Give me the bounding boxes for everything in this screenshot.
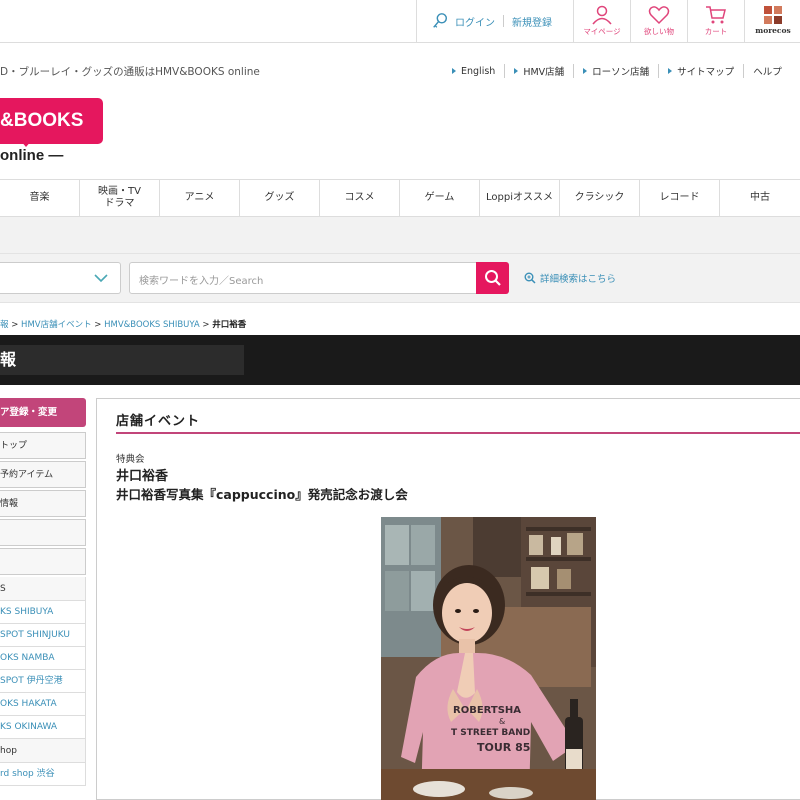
shirt-text: T STREET BAND bbox=[451, 728, 530, 738]
header-link-english[interactable]: English bbox=[452, 64, 506, 78]
wishlist-button[interactable]: 欲しい物 bbox=[630, 0, 687, 42]
breadcrumb-item[interactable]: HMV店舗イベント bbox=[21, 320, 92, 330]
morecos-button[interactable]: morecos bbox=[744, 0, 800, 42]
event-artist: 井口裕香 bbox=[116, 469, 169, 484]
header-links: English HMV店舗 ローソン店舗 サイトマップ ヘルプ bbox=[452, 64, 791, 78]
breadcrumb-item[interactable]: 報 bbox=[0, 320, 9, 330]
main-navigation: 音楽 映画・TV ドラマ アニメ グッズ コスメ ゲーム Loppiオススメ ク… bbox=[0, 179, 800, 217]
sidebar-item-blank[interactable] bbox=[0, 519, 86, 546]
shirt-text: & bbox=[499, 717, 505, 726]
search-icon bbox=[485, 270, 501, 286]
sidebar: ア登録・変更 トップ 予約アイテム 情報 S KS SHIBUYA SPOT S… bbox=[0, 398, 86, 786]
sidebar-store-record-shibuya[interactable]: rd shop 渋谷 bbox=[0, 763, 86, 786]
sidebar-store-itami[interactable]: SPOT 伊丹空港 bbox=[0, 670, 86, 693]
section-title: 店舗イベント bbox=[116, 414, 201, 429]
triangle-icon bbox=[514, 68, 519, 74]
search-input[interactable]: 検索ワードを入力／Search bbox=[129, 262, 477, 294]
nav-item-record[interactable]: レコード bbox=[640, 180, 720, 216]
register-link[interactable]: 新規登録 bbox=[512, 14, 552, 29]
cart-button[interactable]: カート bbox=[687, 0, 744, 42]
header-link-label: English bbox=[461, 65, 496, 77]
shirt-text: ROBERTSHA bbox=[453, 705, 521, 716]
header-link-label: HMV店舗 bbox=[523, 67, 565, 78]
header-link-sitemap[interactable]: サイトマップ bbox=[659, 64, 745, 78]
section-underline bbox=[116, 432, 800, 434]
logo-pin-shape bbox=[20, 140, 32, 147]
chevron-down-icon bbox=[94, 274, 108, 283]
wishlist-label: 欲しい物 bbox=[644, 27, 674, 36]
grey-band bbox=[0, 217, 800, 253]
sidebar-store-shibuya[interactable]: KS SHIBUYA bbox=[0, 601, 86, 624]
nav-item-game[interactable]: ゲーム bbox=[400, 180, 480, 216]
sidebar-item-top[interactable]: トップ bbox=[0, 432, 86, 459]
mypage-button[interactable]: マイページ bbox=[573, 0, 630, 42]
nav-item-used[interactable]: 中古 bbox=[720, 180, 800, 216]
sidebar-store-okinawa[interactable]: KS OKINAWA bbox=[0, 716, 86, 739]
site-tagline: D・ブルーレイ・グッズの通販はHMV&BOOKS online bbox=[0, 66, 260, 78]
key-icon bbox=[433, 13, 448, 28]
advanced-search-link[interactable]: 詳細検索はこちら bbox=[524, 271, 616, 285]
sidebar-item-info[interactable]: 情報 bbox=[0, 490, 86, 517]
event-photo[interactable]: ROBERTSHA & T STREET BAND TOUR 85 bbox=[381, 517, 596, 800]
triangle-icon bbox=[452, 68, 456, 74]
header-link-label: ヘルプ bbox=[753, 67, 782, 78]
header-link-label: ローソン店舗 bbox=[592, 67, 650, 78]
top-utility-bar: ログイン 新規登録 マイページ 欲しい物 カート morecos bbox=[0, 0, 800, 43]
person-icon bbox=[592, 5, 612, 25]
nav-item-cosme[interactable]: コスメ bbox=[320, 180, 400, 216]
nav-item-classic[interactable]: クラシック bbox=[560, 180, 640, 216]
advanced-search-label: 詳細検索はこちら bbox=[540, 274, 617, 285]
sidebar-store-shinjuku[interactable]: SPOT SHINJUKU bbox=[0, 624, 86, 647]
sidebar-store-hakata[interactable]: OKS HAKATA bbox=[0, 693, 86, 716]
sidebar-register-button[interactable]: ア登録・変更 bbox=[0, 398, 86, 427]
cart-icon bbox=[706, 6, 726, 24]
header-link-lawson-stores[interactable]: ローソン店舗 bbox=[574, 64, 660, 78]
triangle-icon bbox=[583, 68, 588, 74]
sidebar-item-reserve[interactable]: 予約アイテム bbox=[0, 461, 86, 488]
heart-icon bbox=[648, 6, 670, 25]
breadcrumb: 報 > HMV店舗イベント > HMV&BOOKS SHIBUYA > 井口裕香 bbox=[0, 320, 247, 330]
nav-item-loppi[interactable]: Loppiオススメ bbox=[480, 180, 560, 216]
zoom-icon bbox=[524, 272, 536, 284]
logo-subtitle: online — bbox=[0, 147, 64, 164]
morecos-label: morecos bbox=[755, 26, 791, 35]
search-button[interactable] bbox=[476, 262, 509, 294]
divider bbox=[503, 15, 504, 27]
nav-item-movie-tv[interactable]: 映画・TV ドラマ bbox=[80, 180, 160, 216]
nav-item-music[interactable]: 音楽 bbox=[0, 180, 80, 216]
nav-item-anime[interactable]: アニメ bbox=[160, 180, 240, 216]
page-title: 報 bbox=[0, 345, 244, 375]
header-link-hmv-stores[interactable]: HMV店舗 bbox=[505, 64, 575, 78]
triangle-icon bbox=[668, 68, 673, 74]
event-type: 特典会 bbox=[116, 454, 145, 465]
shirt-text: TOUR 85 bbox=[477, 741, 530, 754]
cart-label: カート bbox=[704, 27, 728, 36]
event-title: 井口裕香写真集『cappuccino』発売記念お渡し会 bbox=[116, 487, 408, 502]
morecos-logo-icon bbox=[764, 6, 782, 24]
login-link[interactable]: ログイン bbox=[455, 14, 495, 29]
category-select[interactable] bbox=[0, 262, 121, 294]
page-title-bar: 報 bbox=[0, 335, 800, 385]
mypage-label: マイページ bbox=[583, 27, 621, 36]
breadcrumb-item[interactable]: HMV&BOOKS SHIBUYA bbox=[104, 320, 200, 330]
sidebar-category: hop bbox=[0, 739, 86, 763]
breadcrumb-current: 井口裕香 bbox=[212, 320, 247, 330]
header-link-help[interactable]: ヘルプ bbox=[744, 64, 791, 78]
site-logo[interactable]: &BOOKS bbox=[0, 98, 103, 144]
main-content: 店舗イベント 特典会 井口裕香 井口裕香写真集『cappuccino』発売記念お… bbox=[96, 398, 800, 800]
login-area: ログイン 新規登録 bbox=[416, 0, 573, 42]
header-link-label: サイトマップ bbox=[677, 67, 735, 78]
sidebar-category: S bbox=[0, 577, 86, 601]
sidebar-item-blank[interactable] bbox=[0, 548, 86, 575]
sidebar-store-namba[interactable]: OKS NAMBA bbox=[0, 647, 86, 670]
nav-item-goods[interactable]: グッズ bbox=[240, 180, 320, 216]
